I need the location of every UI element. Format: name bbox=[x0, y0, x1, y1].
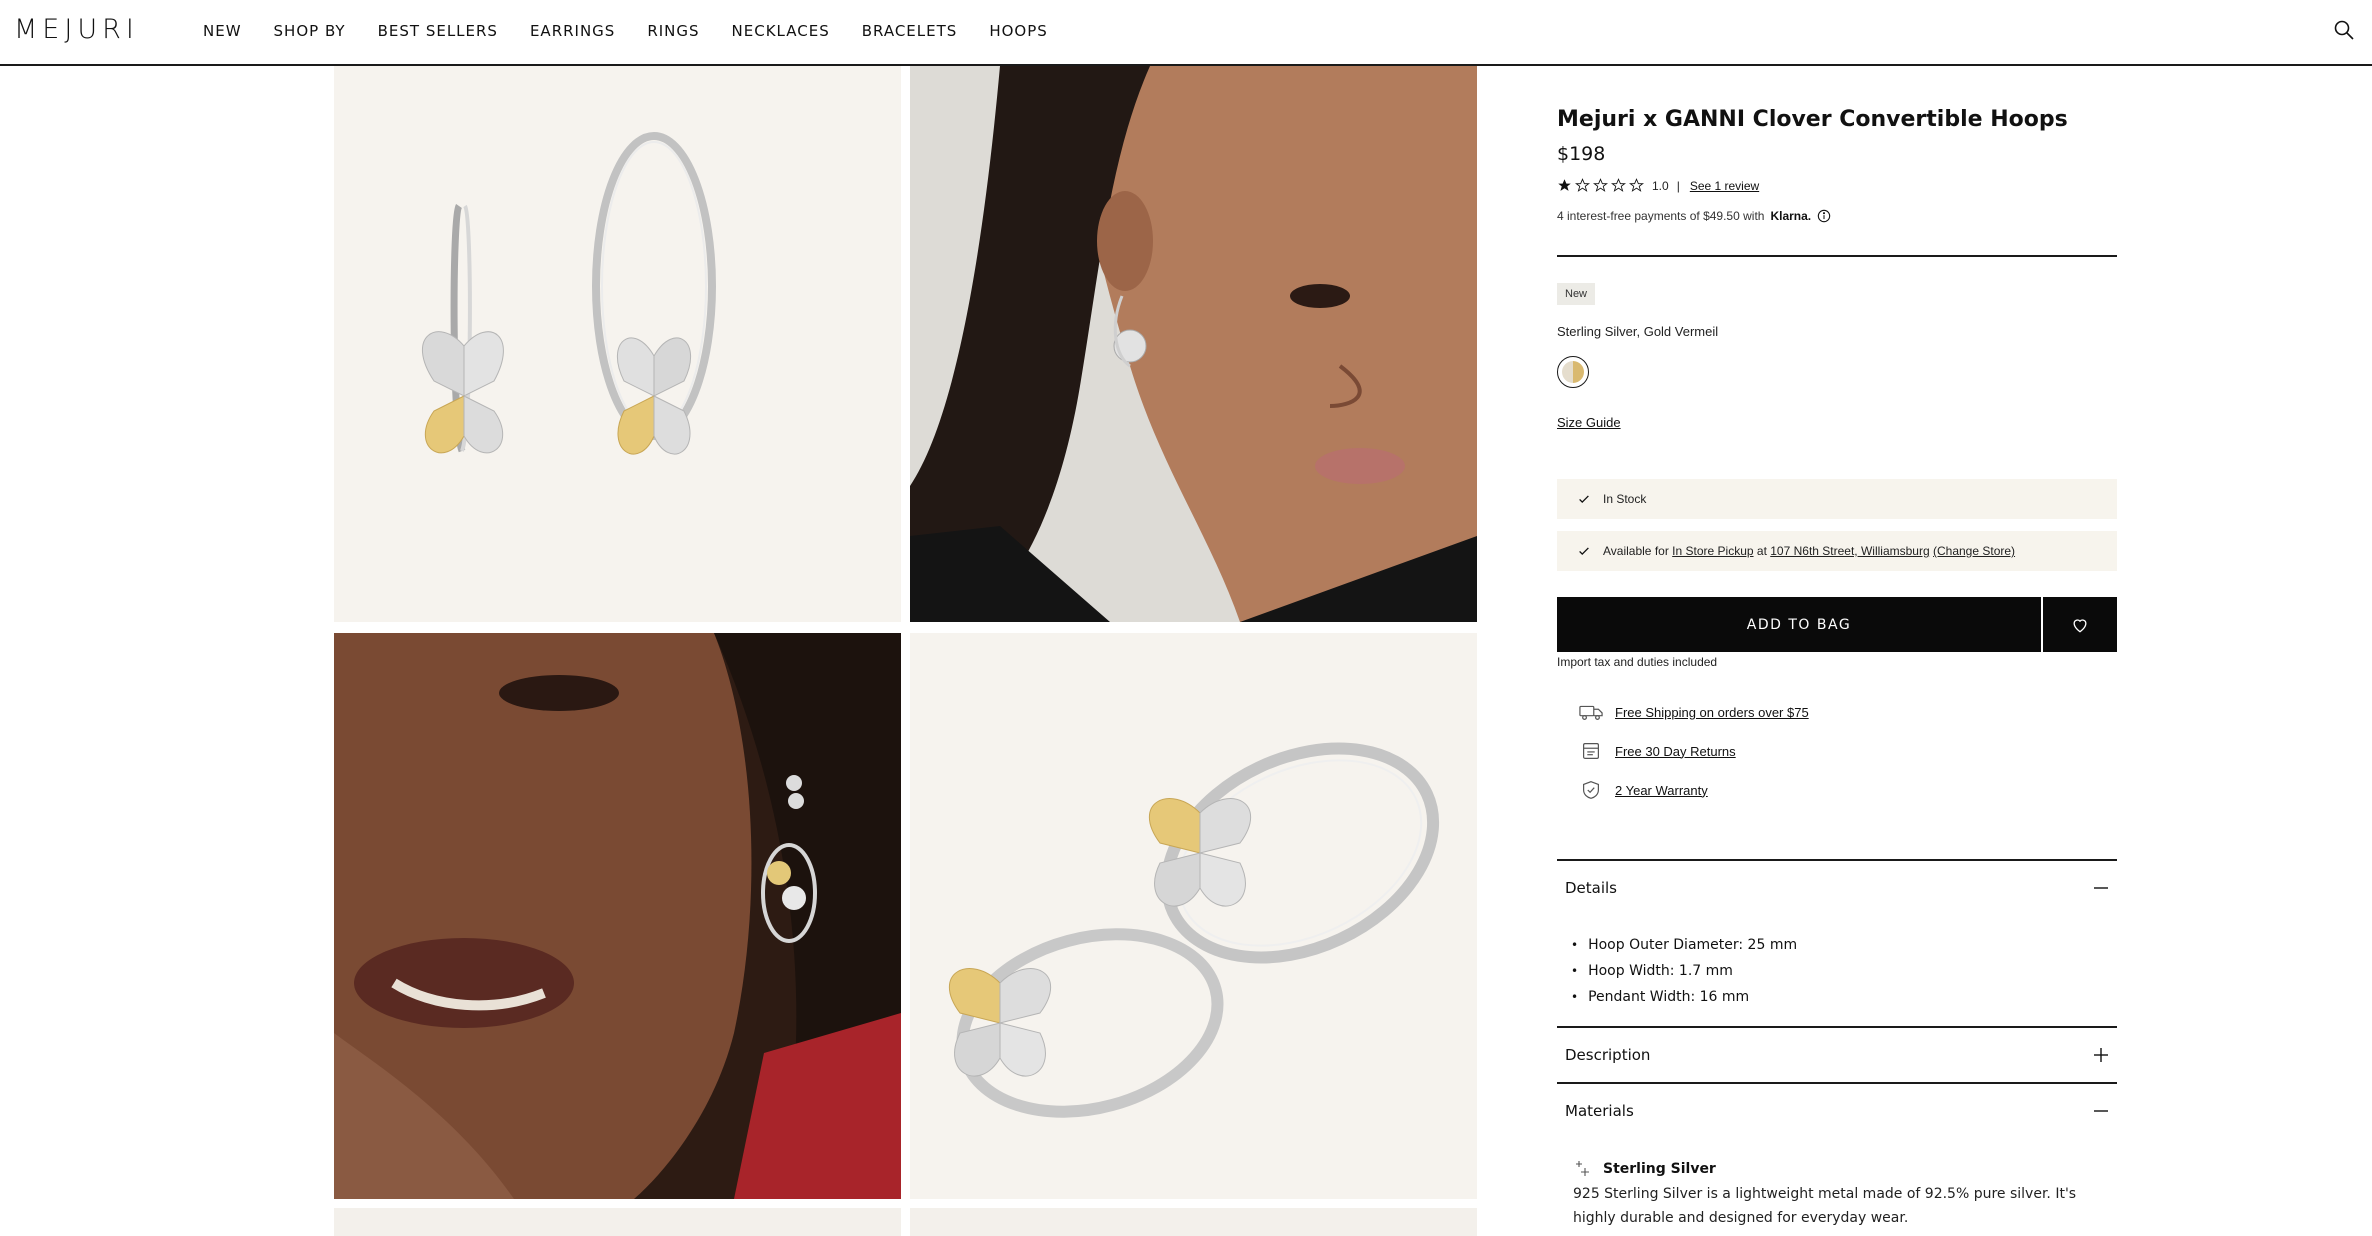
add-to-bag-button[interactable]: ADD TO BAG bbox=[1557, 597, 2041, 652]
new-badge: New bbox=[1557, 283, 1596, 305]
nav-item-hoops[interactable]: HOOPS bbox=[989, 22, 1047, 40]
star-empty-icon bbox=[1575, 178, 1590, 192]
change-store-link[interactable]: (Change Store) bbox=[1933, 544, 2015, 558]
klarna-text: 4 interest-free payments of $49.50 with bbox=[1557, 209, 1765, 223]
minus-icon bbox=[2094, 1110, 2108, 1112]
list-item: Pendant Width: 16 mm bbox=[1571, 984, 1797, 1010]
store-address-link[interactable]: 107 N6th Street, Williamsburg bbox=[1770, 544, 1929, 558]
heart-icon bbox=[2073, 618, 2087, 632]
klarna-row: 4 interest-free payments of $49.50 with … bbox=[1557, 209, 1831, 223]
star-empty-icon bbox=[1611, 178, 1626, 192]
product-gallery bbox=[334, 66, 1477, 1236]
divider bbox=[1557, 859, 2117, 861]
variant-label: Sterling Silver, Gold Vermeil bbox=[1557, 324, 1719, 339]
plus-icon bbox=[2094, 1048, 2108, 1062]
accordion-label: Details bbox=[1565, 879, 1618, 897]
site-header: MEJURI NEW SHOP BY BEST SELLERS EARRINGS… bbox=[0, 0, 2372, 66]
truck-icon bbox=[1579, 705, 1603, 720]
nav-item-rings[interactable]: RINGS bbox=[647, 22, 699, 40]
product-title: Mejuri x GANNI Clover Convertible Hoops bbox=[1557, 107, 2068, 132]
divider bbox=[1557, 1082, 2117, 1084]
pickup-box: Available for In Store Pickup at 107 N6t… bbox=[1557, 531, 2117, 571]
swatch-fill bbox=[1562, 361, 1584, 383]
tax-note: Import tax and duties included bbox=[1557, 655, 1718, 669]
search-icon[interactable] bbox=[2332, 18, 2356, 42]
perk-free-shipping[interactable]: Free Shipping on orders over $75 bbox=[1579, 702, 1809, 722]
minus-icon bbox=[2094, 887, 2108, 889]
perk-label: Free 30 Day Returns bbox=[1615, 743, 1736, 759]
rating-separator: | bbox=[1676, 178, 1680, 193]
shield-check-icon bbox=[1583, 781, 1599, 799]
list-item: Hoop Outer Diameter: 25 mm bbox=[1571, 932, 1797, 958]
product-image-3[interactable] bbox=[334, 1208, 901, 1236]
nav-item-earrings[interactable]: EARRINGS bbox=[530, 22, 615, 40]
perk-label: 2 Year Warranty bbox=[1615, 782, 1708, 798]
accordion-description[interactable]: Description bbox=[1557, 1029, 2117, 1081]
divider bbox=[1557, 1026, 2117, 1028]
product-price: $198 bbox=[1557, 143, 1606, 165]
in-store-pickup-link[interactable]: In Store Pickup bbox=[1672, 544, 1753, 558]
accordion-label: Materials bbox=[1565, 1102, 1634, 1120]
nav-item-bracelets[interactable]: BRACELETS bbox=[862, 22, 958, 40]
rating-value: 1.0 bbox=[1652, 178, 1669, 193]
see-reviews-link[interactable]: See 1 review bbox=[1690, 179, 1759, 193]
product-image-2[interactable] bbox=[910, 633, 1477, 1199]
main-nav: NEW SHOP BY BEST SELLERS EARRINGS RINGS … bbox=[203, 0, 1080, 62]
star-empty-icon bbox=[1593, 178, 1608, 192]
material-name: Sterling Silver bbox=[1603, 1161, 1716, 1177]
check-icon bbox=[1579, 547, 1589, 555]
material-description: 925 Sterling Silver is a lightweight met… bbox=[1573, 1186, 2077, 1226]
size-guide-link[interactable]: Size Guide bbox=[1557, 415, 1621, 430]
stock-status: In Stock bbox=[1603, 492, 1647, 506]
pickup-at: at bbox=[1756, 544, 1767, 558]
calendar-icon bbox=[1583, 743, 1599, 759]
accordion-details[interactable]: Details bbox=[1557, 862, 2117, 914]
check-icon bbox=[1579, 495, 1589, 503]
model-image-1[interactable] bbox=[910, 66, 1477, 622]
klarna-logo: Klarna. bbox=[1770, 209, 1812, 223]
brand-logo[interactable]: MEJURI bbox=[14, 14, 139, 45]
star-filled-icon bbox=[1558, 179, 1571, 191]
perk-warranty[interactable]: 2 Year Warranty bbox=[1579, 780, 1708, 800]
product-image-1[interactable] bbox=[334, 66, 901, 622]
nav-item-new[interactable]: NEW bbox=[203, 22, 242, 40]
list-item: Hoop Width: 1.7 mm bbox=[1571, 958, 1797, 984]
divider bbox=[1557, 255, 2117, 257]
sparkle-icon bbox=[1576, 1161, 1589, 1176]
details-list: Hoop Outer Diameter: 25 mm Hoop Width: 1… bbox=[1571, 932, 1797, 1010]
wishlist-button[interactable] bbox=[2043, 597, 2117, 652]
rating-row: 1.0 | See 1 review bbox=[1557, 178, 1759, 193]
accordion-label: Description bbox=[1565, 1046, 1651, 1064]
color-swatch[interactable] bbox=[1557, 356, 1589, 388]
material-heading: Sterling Silver bbox=[1573, 1160, 1716, 1178]
perk-label: Free Shipping on orders over $75 bbox=[1615, 704, 1809, 720]
nav-item-necklaces[interactable]: NECKLACES bbox=[732, 22, 830, 40]
pickup-prefix: Available for bbox=[1603, 544, 1669, 558]
model-image-2[interactable] bbox=[334, 633, 901, 1199]
nav-item-best-sellers[interactable]: BEST SELLERS bbox=[378, 22, 498, 40]
info-icon[interactable] bbox=[1817, 209, 1831, 223]
nav-item-shop-by[interactable]: SHOP BY bbox=[274, 22, 346, 40]
star-rating bbox=[1557, 178, 1644, 193]
star-empty-icon bbox=[1629, 178, 1644, 192]
accordion-materials[interactable]: Materials bbox=[1557, 1085, 2117, 1137]
product-image-4[interactable] bbox=[910, 1208, 1477, 1236]
perk-free-returns[interactable]: Free 30 Day Returns bbox=[1579, 741, 1736, 761]
stock-status-box: In Stock bbox=[1557, 479, 2117, 519]
